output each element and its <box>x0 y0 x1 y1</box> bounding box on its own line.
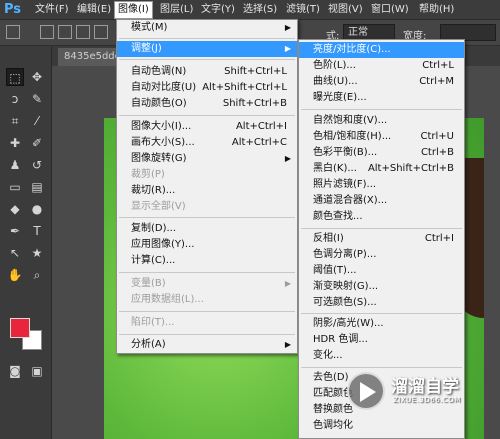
adjust-menu-item[interactable]: 色彩平衡(B)... Ctrl+B <box>299 145 464 161</box>
image-menu-item[interactable]: 陷印(T)... <box>117 315 297 331</box>
lasso-tool-icon[interactable]: ↄ <box>6 90 24 108</box>
image-menu-item[interactable]: 裁剪(P) <box>117 167 297 183</box>
gradient-tool-icon[interactable]: ▤ <box>28 178 46 196</box>
image-menu-item[interactable]: 复制(D)... <box>117 221 297 237</box>
shape-tool-icon[interactable]: ★ <box>28 244 46 262</box>
path-select-tool-icon[interactable]: ↖ <box>6 244 24 262</box>
image-menu-item[interactable]: 自动对比度(U) Alt+Shift+Ctrl+L <box>117 80 297 96</box>
adjust-menu-item[interactable]: 渐变映射(G)... <box>299 279 464 295</box>
blur-tool-icon[interactable]: ◆ <box>6 200 24 218</box>
adjust-menu-item[interactable]: 自然饱和度(V)... <box>299 113 464 129</box>
image-menu-item[interactable]: 应用图像(Y)... <box>117 237 297 253</box>
new-selection-icon[interactable] <box>40 25 54 39</box>
adjust-menu-item[interactable]: 色调均化 <box>299 418 464 434</box>
watermark: 溜溜自学 ZIXUE.3D66.COM <box>347 370 477 420</box>
toolbox: ⬚ ✥ ↄ ✎ ⌗ ⁄ ✚ ✐ ♟ ↺ ▭ ▤ ◆ ● ✒ T ↖ ★ ✋ ⌕ … <box>0 46 52 439</box>
menu-select[interactable]: 选择(S) <box>240 2 280 18</box>
eraser-tool-icon[interactable]: ▭ <box>6 178 24 196</box>
menu-help[interactable]: 帮助(H) <box>416 2 457 18</box>
play-logo-icon <box>347 372 385 410</box>
adjust-menu-item[interactable]: 黑白(K)... Alt+Shift+Ctrl+B <box>299 161 464 177</box>
watermark-subtitle: ZIXUE.3D66.COM <box>393 396 461 404</box>
screen-mode-icon[interactable]: ▣ <box>28 362 46 380</box>
adjust-menu-item[interactable]: HDR 色调... <box>299 332 464 348</box>
adjust-menu-item[interactable]: 色阶(L)... Ctrl+L <box>299 58 464 74</box>
adjust-menu-item[interactable]: 反相(I) Ctrl+I <box>299 231 464 247</box>
pen-tool-icon[interactable]: ✒ <box>6 222 24 240</box>
image-menu-item[interactable]: 图像旋转(G) ▶ <box>117 151 297 167</box>
image-menu-item[interactable]: 画布大小(S)... Alt+Ctrl+C <box>117 135 297 151</box>
type-tool-icon[interactable]: T <box>28 222 46 240</box>
adjust-menu-item[interactable]: 通道混合器(X)... <box>299 193 464 209</box>
adjust-menu-item[interactable]: 阴影/高光(W)... <box>299 316 464 332</box>
image-menu-item-adjust[interactable]: 调整(J) ▶ <box>117 41 297 57</box>
adjust-menu-item[interactable]: 色相/饱和度(H)... Ctrl+U <box>299 129 464 145</box>
image-menu-item[interactable]: 显示全部(V) <box>117 199 297 215</box>
brush-tool-icon[interactable]: ✐ <box>28 134 46 152</box>
photoshop-logo: Ps <box>4 2 22 17</box>
menu-edit[interactable]: 编辑(E) <box>74 2 114 18</box>
image-menu-item[interactable]: 自动色调(N) Shift+Ctrl+L <box>117 64 297 80</box>
history-brush-tool-icon[interactable]: ↺ <box>28 156 46 174</box>
clone-stamp-tool-icon[interactable]: ♟ <box>6 156 24 174</box>
adjust-menu-item[interactable]: 可选颜色(S)... <box>299 295 464 311</box>
image-menu-item[interactable]: 裁切(R)... <box>117 183 297 199</box>
image-menu-item[interactable]: 分析(A) ▶ <box>117 337 297 353</box>
move-tool-icon[interactable]: ✥ <box>28 68 46 86</box>
menu-file[interactable]: 文件(F) <box>32 2 72 18</box>
dodge-tool-icon[interactable]: ● <box>28 200 46 218</box>
menu-view[interactable]: 视图(V) <box>325 2 366 18</box>
image-menu-item[interactable]: 计算(C)... <box>117 253 297 269</box>
subtract-selection-icon[interactable] <box>76 25 90 39</box>
image-menu-item[interactable]: 模式(M) ▶ <box>117 20 297 36</box>
menu-type[interactable]: 文字(Y) <box>198 2 238 18</box>
hand-tool-icon[interactable]: ✋ <box>6 266 24 284</box>
watermark-title: 溜溜自学 <box>391 377 459 397</box>
adjust-menu-item[interactable]: 曝光度(E)... <box>299 90 464 106</box>
adjust-menu-item[interactable]: 变化... <box>299 348 464 364</box>
quick-select-tool-icon[interactable]: ✎ <box>28 90 46 108</box>
adjust-menu-item[interactable]: 颜色查找... <box>299 209 464 225</box>
menu-image[interactable]: 图像(I) <box>114 1 153 19</box>
quick-mask-icon[interactable]: ◙ <box>6 362 24 380</box>
adjust-menu-item[interactable]: 照片滤镜(F)... <box>299 177 464 193</box>
foreground-color-swatch[interactable] <box>10 318 30 338</box>
marquee-tool-icon[interactable]: ⬚ <box>6 68 24 86</box>
image-menu-item[interactable]: 变量(B) ▶ <box>117 276 297 292</box>
image-menu-item[interactable]: 自动颜色(O) Shift+Ctrl+B <box>117 96 297 112</box>
menu-filter[interactable]: 滤镜(T) <box>283 2 323 18</box>
menu-window[interactable]: 窗口(W) <box>368 2 412 18</box>
menu-layer[interactable]: 图层(L) <box>157 2 196 18</box>
healing-brush-tool-icon[interactable]: ✚ <box>6 134 24 152</box>
image-menu-item[interactable]: 应用数据组(L)... <box>117 292 297 308</box>
add-selection-icon[interactable] <box>58 25 72 39</box>
adjust-menu-item[interactable]: 曲线(U)... Ctrl+M <box>299 74 464 90</box>
intersect-selection-icon[interactable] <box>94 25 108 39</box>
marquee-options-icon[interactable] <box>6 25 20 39</box>
zoom-tool-icon[interactable]: ⌕ <box>28 266 46 284</box>
image-menu: 模式(M) ▶ 调整(J) ▶ 自动色调(N) Shift+Ctrl+L 自动对比度(… <box>116 19 298 354</box>
eyedropper-tool-icon[interactable]: ⁄ <box>28 112 46 130</box>
crop-tool-icon[interactable]: ⌗ <box>6 112 24 130</box>
adjust-menu-item[interactable]: 色调分离(P)... <box>299 247 464 263</box>
adjust-menu-item[interactable]: 阈值(T)... <box>299 263 464 279</box>
image-menu-item[interactable]: 图像大小(I)... Alt+Ctrl+I <box>117 119 297 135</box>
menu-bar: Ps 文件(F) 编辑(E) 图像(I) 图层(L) 文字(Y) 选择(S) 滤… <box>0 0 500 20</box>
adjust-menu-item-brightness-contrast[interactable]: 亮度/对比度(C)... <box>299 42 464 58</box>
